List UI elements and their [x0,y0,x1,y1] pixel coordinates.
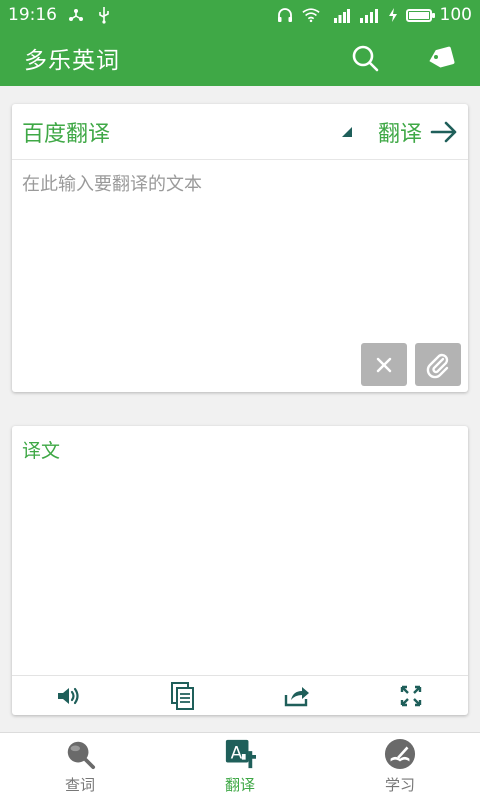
share-button[interactable] [240,676,354,715]
translate-button[interactable]: 翻译 [378,116,458,148]
speak-button[interactable] [12,676,126,715]
share-icon [284,686,309,706]
signal-4g-icon [328,6,350,24]
speaker-icon [58,687,79,704]
share-status-icon [67,6,85,24]
battery-level: 100 [439,5,472,25]
output-card: 译文 [12,426,468,715]
tag-icon [429,46,455,68]
app-title: 多乐英词 [24,48,120,74]
wifi-icon [301,6,320,24]
svg-text:A: A [231,743,243,763]
copy-icon [171,681,194,710]
nav-item-translate[interactable]: A 翻译 [160,733,320,800]
translate-label: 翻译 [377,121,422,147]
usb-icon [95,6,113,24]
fullscreen-button[interactable] [354,676,468,715]
app-bar: 多乐英词 [0,30,480,86]
engine-selector[interactable]: 百度翻译 [22,116,110,148]
dropdown-caret-icon[interactable] [341,126,352,137]
nav-label-lookup: 查词 [64,776,95,794]
signal-icon [358,6,380,24]
translate-icon: A [224,738,256,770]
paperclip-icon [426,353,449,378]
tag-button[interactable] [426,43,456,73]
nav-item-lookup[interactable]: 查词 [0,733,160,800]
source-text-input[interactable] [22,170,458,330]
search-icon [352,45,379,72]
attach-button[interactable] [415,343,461,386]
battery-icon [405,8,435,22]
status-time: 19:16 [8,5,57,25]
headphones-icon [276,6,294,24]
clear-button[interactable] [361,343,407,386]
expand-icon [400,685,422,706]
status-bar: 19:16 100 [0,0,480,30]
output-label: 译文 [22,440,61,462]
nav-label-translate: 翻译 [224,776,255,794]
output-toolbar [12,675,468,715]
nav-item-study[interactable]: 学习 [320,733,480,800]
input-card: 百度翻译 翻译 [12,104,468,392]
copy-button[interactable] [126,676,240,715]
arrow-right-icon [430,121,457,142]
study-icon [384,738,416,770]
close-icon [376,357,392,372]
input-header: 百度翻译 翻译 [12,104,468,160]
magnifier-icon [64,738,96,770]
nav-label-study: 学习 [384,776,415,794]
bottom-nav: 查词 A 翻译 学习 [0,732,480,800]
charging-icon [388,6,398,24]
search-button[interactable] [350,43,380,73]
